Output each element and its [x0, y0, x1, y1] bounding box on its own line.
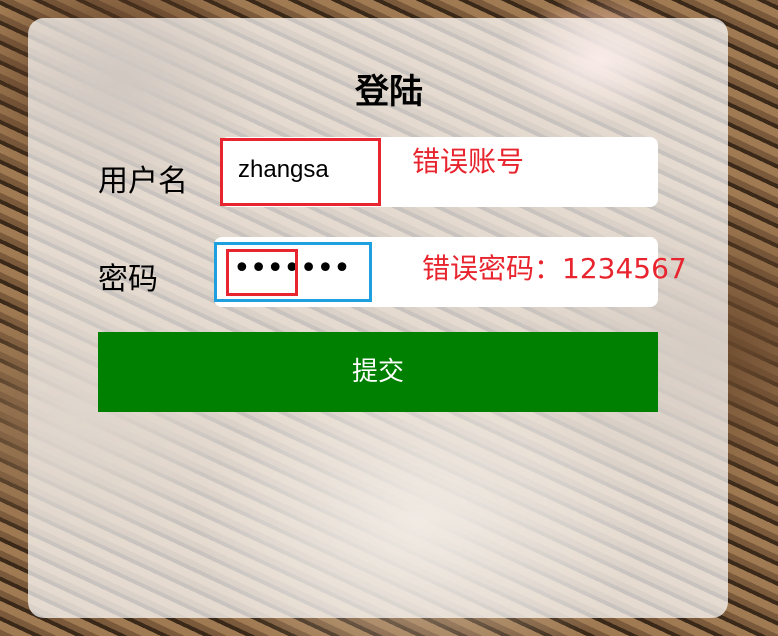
page-title: 登陆: [355, 72, 423, 112]
submit-button[interactable]: 提交: [98, 332, 658, 412]
username-label: 用户名: [98, 164, 188, 199]
username-highlight-box: [220, 138, 381, 206]
password-label: 密码: [98, 262, 158, 297]
wrong-account-annotation: 错误账号: [412, 145, 525, 178]
password-highlight-box: [226, 249, 298, 296]
wrong-password-annotation: 错误密码：1234567: [422, 252, 687, 285]
